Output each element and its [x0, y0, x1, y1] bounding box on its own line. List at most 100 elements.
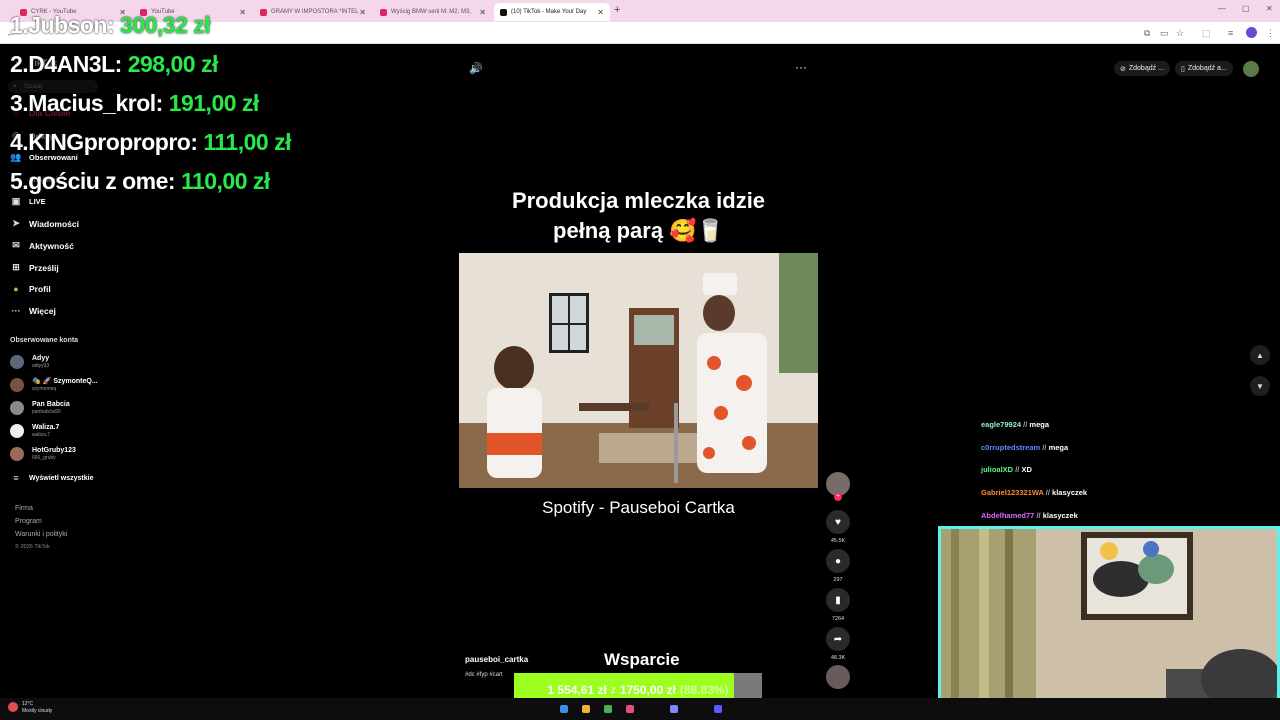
- avatar: [10, 401, 24, 415]
- chat-message: julioalXD // XD: [981, 465, 1032, 474]
- followed-account[interactable]: Pan Babcia panbabcia90: [10, 400, 70, 415]
- kebab-icon[interactable]: ⋮: [1266, 28, 1275, 39]
- like-button[interactable]: ♥ 45.5K: [826, 510, 850, 544]
- app-icon[interactable]: [626, 705, 634, 713]
- start-icon[interactable]: [560, 705, 568, 713]
- chat-user: julioalXD: [981, 465, 1014, 474]
- leaderboard-amount: 298,00 zł: [127, 51, 219, 77]
- button-label: Zdobądź a...: [1187, 65, 1227, 72]
- browser-tab-active[interactable]: (10) TikTok - Make Your Day ✕: [494, 3, 610, 21]
- get-coins-button[interactable]: ⊘ Zdobądź ...: [1114, 61, 1170, 76]
- followed-account[interactable]: Adyy adiyy93: [10, 354, 49, 369]
- video-player[interactable]: [459, 253, 818, 488]
- account-handle: 666_gruby: [32, 455, 56, 461]
- leaderboard-amount: 110,00 zł: [180, 168, 270, 194]
- nav-label: Prześlij: [29, 262, 59, 273]
- close-icon[interactable]: ✕: [239, 8, 246, 17]
- weather-icon[interactable]: [8, 702, 18, 712]
- discord-icon[interactable]: [670, 705, 678, 713]
- nav-item-messages[interactable]: ➤ Wiadomości: [10, 218, 79, 229]
- list-icon: ≡: [13, 473, 19, 483]
- bell-icon: ✉: [12, 240, 20, 250]
- previous-video-button[interactable]: ▲: [1250, 345, 1270, 365]
- app-icon[interactable]: [714, 705, 722, 713]
- donation-current: 1 554,61 zł: [547, 683, 607, 697]
- followed-account[interactable]: HotGruby123 666_gruby: [10, 446, 76, 461]
- chat-separator: //: [1042, 443, 1047, 452]
- leaderboard-name: gościu z ome:: [28, 168, 176, 194]
- footer-link[interactable]: Firma: [15, 505, 33, 512]
- browser-tab[interactable]: GRAMY W IMPOSTORA *INTEL ✕: [254, 3, 372, 21]
- followed-account[interactable]: Waliza.7 waliza.7: [10, 423, 59, 438]
- music-disc[interactable]: [826, 665, 850, 689]
- cast-icon[interactable]: ▭: [1160, 28, 1169, 39]
- chrome-icon[interactable]: [604, 705, 612, 713]
- account-handle: adiyy93: [32, 363, 50, 369]
- bookmark-star-icon[interactable]: ☆: [1176, 28, 1184, 39]
- menu-list-icon[interactable]: ≡: [1228, 28, 1233, 38]
- follow-plus-icon[interactable]: +: [834, 493, 842, 501]
- weather-widget[interactable]: 12°C Mostly cloudy: [22, 701, 52, 715]
- avatar: [10, 447, 24, 461]
- leaderboard-amount: 111,00 zł: [203, 129, 291, 155]
- chat-text: mega: [1048, 443, 1069, 452]
- extensions-icon[interactable]: ⬚: [1202, 28, 1211, 39]
- volume-icon[interactable]: 🔊: [469, 62, 483, 75]
- tab-title: (10) TikTok - Make Your Day: [511, 9, 587, 15]
- more-options-icon[interactable]: ···: [795, 60, 807, 74]
- user-avatar[interactable]: [1243, 61, 1259, 77]
- footer-link[interactable]: Program: [15, 518, 42, 525]
- translate-icon[interactable]: ⧉: [1144, 28, 1150, 39]
- nav-item-more[interactable]: ··· Więcej: [10, 306, 56, 316]
- get-app-button[interactable]: ▯ Zdobądź a...: [1175, 61, 1233, 76]
- show-all-link[interactable]: ≡ Wyświetl wszystkie: [10, 473, 93, 483]
- nav-label: Więcej: [29, 306, 56, 316]
- nav-item-upload[interactable]: ⊞ Prześlij: [10, 262, 59, 273]
- followed-account[interactable]: 🎭 🚀 SzymonteQ... szymonteq: [10, 377, 98, 392]
- tab-title: GRAMY W IMPOSTORA *INTEL: [271, 9, 359, 15]
- maximize-icon[interactable]: ▢: [1242, 4, 1250, 13]
- copyright: © 2026 TikTok: [15, 544, 50, 550]
- phone-icon: ▯: [1181, 65, 1185, 73]
- post-hashtags[interactable]: #dc #fyp #cart: [465, 672, 503, 678]
- coin-icon: ⊘: [1120, 65, 1126, 73]
- music-disc-icon: [826, 665, 850, 689]
- leaderboard-row: 5.gościu z ome: 110,00 zł: [10, 168, 270, 195]
- song-title: Spotify - Pauseboi Cartka: [542, 498, 735, 517]
- footer-link[interactable]: Warunki i polityki: [15, 531, 67, 538]
- comment-count: 297: [833, 577, 843, 583]
- account-name: Waliza.7: [32, 424, 60, 431]
- chat-text: klasyczek: [1052, 488, 1088, 497]
- chevron-down-icon: ▼: [1256, 381, 1264, 391]
- file-explorer-icon[interactable]: [582, 705, 590, 713]
- send-icon: ➤: [12, 218, 20, 228]
- nav-item-profile[interactable]: ● Profil: [10, 284, 50, 294]
- nav-item-live[interactable]: ▣ LIVE: [10, 196, 46, 207]
- account-handle: panbabcia90: [32, 409, 61, 415]
- video-caption-line2: pełną parą 🥰🥛: [553, 218, 724, 243]
- share-button[interactable]: ➦ 48.3K: [826, 627, 850, 661]
- close-icon[interactable]: ✕: [359, 8, 366, 17]
- avatar: [10, 355, 24, 369]
- chat-text: XD: [1021, 465, 1032, 474]
- browser-tab[interactable]: Wyścig BMW serii M: M2, M3, ✕: [374, 3, 492, 21]
- close-icon[interactable]: ✕: [597, 8, 604, 17]
- comment-button[interactable]: ● 297: [826, 549, 850, 583]
- minimize-icon[interactable]: —: [1218, 4, 1226, 13]
- live-icon: ▣: [11, 196, 21, 206]
- save-button[interactable]: ▮ 7264: [826, 588, 850, 622]
- post-author[interactable]: pauseboi_cartka: [465, 655, 528, 664]
- close-icon[interactable]: ✕: [479, 8, 486, 17]
- leaderboard-rank: 2.: [10, 51, 29, 77]
- next-video-button[interactable]: ▼: [1250, 376, 1270, 396]
- new-tab-icon[interactable]: +: [614, 4, 620, 16]
- window-close-icon[interactable]: ✕: [1266, 4, 1273, 13]
- bookmark-icon: ▮: [826, 588, 850, 612]
- browser-profile-avatar[interactable]: [1246, 27, 1257, 38]
- share-count: 48.3K: [830, 655, 846, 661]
- nav-item-activity[interactable]: ✉ Aktywność: [10, 240, 74, 251]
- youtube-icon: [380, 8, 387, 16]
- plus-square-icon: ⊞: [12, 262, 20, 272]
- chat-message: c0rruptedstream // mega: [981, 443, 1068, 452]
- leaderboard-row: 3.Macius_krol: 191,00 zł: [10, 90, 259, 117]
